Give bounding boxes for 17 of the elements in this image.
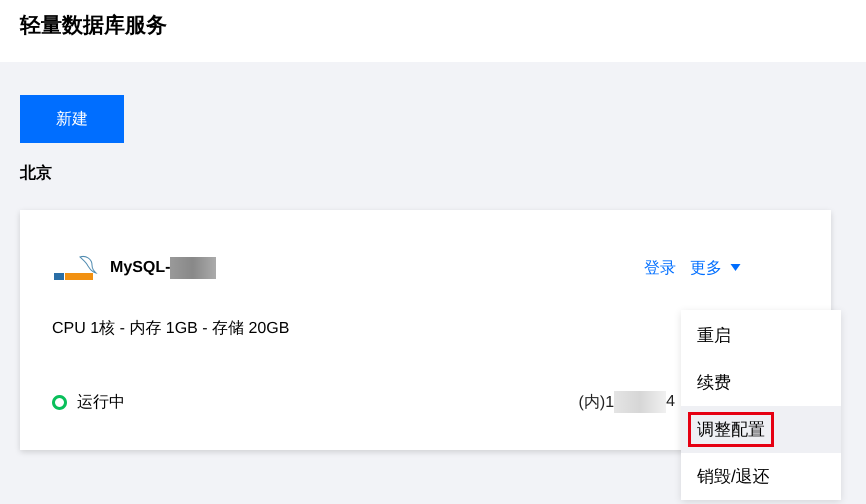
menu-item[interactable]: 销毁/退还 <box>681 453 841 500</box>
address-text: (内)1 <box>578 392 614 412</box>
address-text: 4 <box>666 393 675 411</box>
highlight-frame: 调整配置 <box>691 415 771 444</box>
redaction-mark <box>614 391 666 413</box>
instance-spec: CPU 1核 - 内存 1GB - 存储 20GB <box>52 318 290 339</box>
login-link[interactable]: 登录 <box>644 258 676 278</box>
menu-item[interactable]: 调整配置 <box>681 406 841 453</box>
page-title: 轻量数据库服务 <box>20 12 167 39</box>
menu-item[interactable]: 续费 <box>681 359 841 406</box>
mysql-logo <box>52 253 100 283</box>
more-dropdown[interactable]: 更多 <box>690 258 722 278</box>
menu-item[interactable]: 重启 <box>681 312 841 359</box>
status-label: 运行中 <box>77 392 125 412</box>
region-label: 北京 <box>20 163 53 184</box>
create-button[interactable]: 新建 <box>20 95 124 143</box>
instance-name: MySQL- <box>110 259 170 277</box>
